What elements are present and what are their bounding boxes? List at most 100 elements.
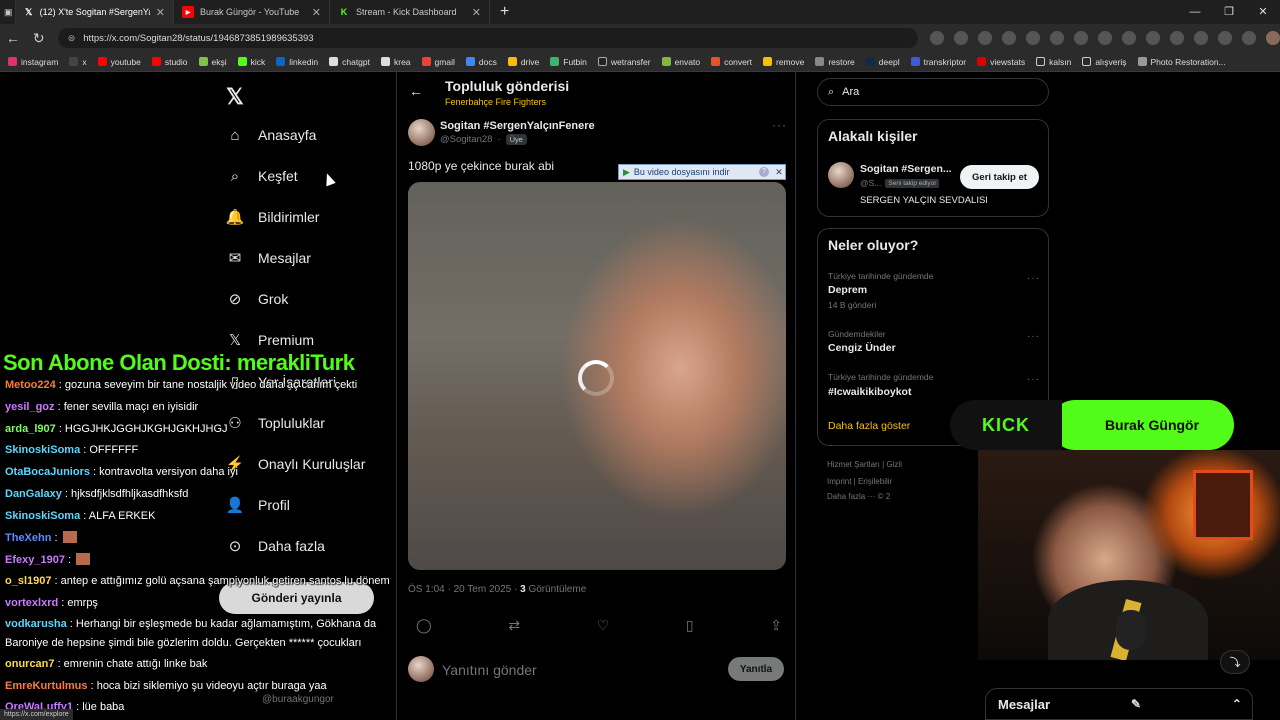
repost-icon[interactable]: ⇄	[508, 617, 520, 634]
extension-icon[interactable]	[1098, 31, 1113, 45]
compose-message-icon[interactable]: ✎	[1131, 697, 1141, 711]
reload-icon[interactable]: ↻	[26, 30, 52, 47]
messages-drawer[interactable]: Mesajlar ✎ ⌃	[985, 688, 1253, 720]
trend-more-icon[interactable]: ···	[1027, 374, 1040, 385]
show-more-link[interactable]: Daha fazla göster	[828, 420, 910, 432]
nav-item-home[interactable]: ⌂ Anasayfa	[226, 126, 316, 144]
close-icon[interactable]: ✕	[773, 167, 785, 178]
bookmark-kick[interactable]: kick	[237, 57, 265, 67]
close-icon[interactable]: ✕	[156, 6, 165, 19]
bookmark-drive[interactable]: drive	[507, 57, 539, 67]
bookmark-convert[interactable]: convert	[711, 57, 752, 67]
bookmark-linkedin[interactable]: linkedin	[276, 57, 318, 67]
tab-kick-dashboard[interactable]: K Stream - Kick Dashboard ✕	[330, 0, 490, 24]
nav-item-mail[interactable]: ✉ Mesajlar	[226, 249, 311, 267]
bookmark-youtube[interactable]: youtube	[97, 57, 141, 67]
bookmark-deepl[interactable]: deepl	[865, 57, 900, 67]
related-name[interactable]: Sogitan #Sergen...	[860, 163, 952, 175]
bookmark-remove[interactable]: remove	[762, 57, 804, 67]
minimize-icon[interactable]: —	[1178, 0, 1212, 24]
bookmark-futbin[interactable]: Futbin	[550, 57, 587, 67]
trend-name[interactable]: Cengiz Ünder	[828, 342, 896, 354]
trend-name[interactable]: Deprem	[828, 284, 867, 296]
reply-button[interactable]: Yanıtla	[728, 657, 784, 681]
nav-item-verified-org[interactable]: ⚡ Onaylı Kuruluşlar	[226, 455, 366, 473]
more-options-icon[interactable]: ···	[772, 118, 787, 132]
bookmark-folder-alisveris[interactable]: alışveriş	[1082, 57, 1127, 67]
bookmark-viewstats[interactable]: viewstats	[977, 57, 1025, 67]
scroll-indicator-icon[interactable]: ⤵	[1220, 650, 1250, 674]
help-icon[interactable]: ?	[759, 167, 769, 177]
new-tab-button[interactable]: +	[490, 3, 519, 21]
reply-input[interactable]: Yanıtını gönder	[442, 662, 537, 678]
extension-icon[interactable]	[1002, 31, 1017, 45]
extension-icon[interactable]	[1026, 31, 1041, 45]
back-arrow-icon[interactable]: ←	[409, 83, 423, 99]
nav-item-grok[interactable]: ⊘ Grok	[226, 290, 289, 308]
expand-icon[interactable]: ⌃	[1232, 697, 1242, 711]
bookmark-photo-restoration[interactable]: Photo Restoration...	[1137, 57, 1226, 67]
bookmark-gmail[interactable]: gmail	[421, 57, 455, 67]
extension-icon[interactable]	[1170, 31, 1185, 45]
bookmark-chatgpt[interactable]: chatgpt	[329, 57, 370, 67]
profile-avatar[interactable]	[1266, 31, 1280, 45]
bookmark-restore[interactable]: restore	[815, 57, 855, 67]
nav-item-communities[interactable]: ⚇ Topluluklar	[226, 414, 325, 432]
bookmark-docs[interactable]: docs	[465, 57, 497, 67]
nav-item-x-premium[interactable]: 𝕏 Premium	[226, 331, 314, 349]
bookmark-instagram[interactable]: instagram	[8, 57, 58, 67]
community-name[interactable]: Fenerbahçe Fire Fighters	[445, 97, 546, 107]
tab-youtube[interactable]: ▶ Burak Güngör - YouTube ✕	[174, 0, 330, 24]
bookmark-icon[interactable]: ▯	[686, 617, 694, 634]
author-avatar[interactable]	[408, 119, 435, 146]
author-name[interactable]: Sogitan #SergenYalçınFenere	[440, 120, 595, 132]
extension-icon[interactable]	[954, 31, 969, 45]
nav-item-bell[interactable]: 🔔 Bildirimler	[226, 208, 320, 226]
extension-icon[interactable]	[1146, 31, 1161, 45]
follow-back-button[interactable]: Geri takip et	[960, 165, 1039, 189]
nav-item-more-circle[interactable]: ⊙ Daha fazla	[226, 537, 325, 555]
site-info-icon[interactable]: ⊜	[68, 33, 76, 44]
tab-x-post[interactable]: 𝕏 (12) X'te Sogitan #SergenYalçınFe ✕	[16, 0, 174, 24]
url-field[interactable]: ⊜ https://x.com/Sogitan28/status/1946873…	[57, 28, 919, 48]
account-handle[interactable]: @buraakgungor	[262, 694, 334, 705]
author-handle[interactable]: @Sogitan28	[440, 134, 492, 145]
extension-icon[interactable]	[978, 31, 993, 45]
bookmark-transkriptor[interactable]: transkriptor	[910, 57, 966, 67]
tab-actions-icon[interactable]: ▣	[0, 0, 16, 24]
bookmark-envato[interactable]: envato	[661, 57, 700, 67]
extension-icon[interactable]	[1050, 31, 1065, 45]
trend-more-icon[interactable]: ···	[1027, 331, 1040, 342]
close-icon[interactable]: ✕	[472, 6, 481, 19]
extension-icon[interactable]	[1218, 31, 1233, 45]
bookmark-x[interactable]: x	[69, 57, 87, 67]
footer-links[interactable]: Imprint | Erişilebilir	[827, 477, 892, 486]
extension-icon[interactable]	[1122, 31, 1137, 45]
bookmark-studio[interactable]: studio	[151, 57, 188, 67]
close-icon[interactable]: ✕	[312, 6, 321, 19]
share-icon[interactable]: ⇪	[770, 617, 782, 634]
bookmark-folder-kalsin[interactable]: kalsın	[1036, 57, 1071, 67]
window-close-icon[interactable]: ✕	[1246, 0, 1280, 24]
x-logo-icon[interactable]: 𝕏	[226, 84, 244, 110]
bookmark-wetransfer[interactable]: wetransfer	[597, 57, 651, 67]
footer-links[interactable]: Daha fazla ··· © 2	[827, 492, 890, 501]
bookmark-krea[interactable]: krea	[381, 57, 411, 67]
search-input[interactable]: ⌕ Ara	[817, 78, 1049, 106]
maximize-icon[interactable]: ❐	[1212, 0, 1246, 24]
trend-name[interactable]: #Icwaikikiboykot	[828, 386, 911, 398]
extension-icon[interactable]	[1242, 31, 1257, 45]
extension-icon[interactable]	[930, 31, 945, 45]
related-avatar[interactable]	[828, 162, 854, 188]
extension-icon[interactable]	[1194, 31, 1209, 45]
like-icon[interactable]: ♡	[597, 617, 610, 634]
reply-icon[interactable]: ◯	[416, 617, 432, 634]
nav-item-search[interactable]: ⌕ Keşfet	[226, 167, 298, 185]
bookmark-eksi[interactable]: ekşi	[198, 57, 227, 67]
back-icon[interactable]: ←	[0, 30, 26, 46]
nav-item-profile[interactable]: 👤 Profil	[226, 496, 290, 514]
trend-more-icon[interactable]: ···	[1027, 273, 1040, 284]
extension-icon[interactable]	[1074, 31, 1089, 45]
footer-links[interactable]: Hizmet Şartları | Gizli	[827, 460, 902, 469]
video-download-bar[interactable]: ▶ Bu video dosyasını indir ? ✕	[618, 164, 786, 180]
